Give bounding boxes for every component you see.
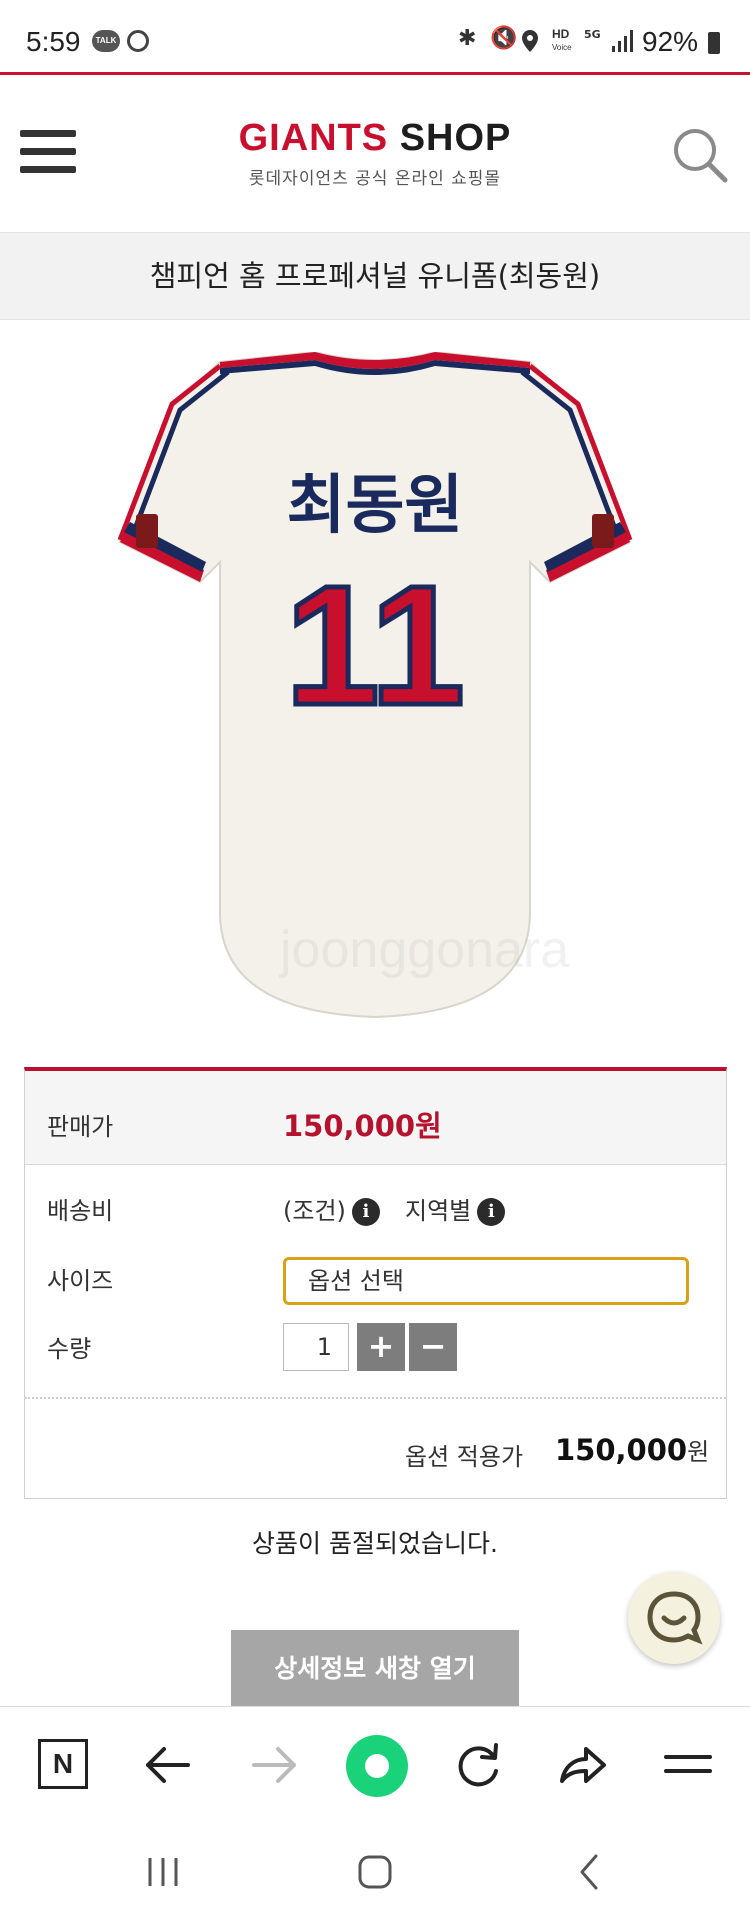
shipping-condition: (조건) i	[283, 1191, 380, 1226]
quantity-input[interactable]: 1	[283, 1323, 349, 1371]
logo-subtitle: 롯데자이언츠 공식 온라인 쇼핑몰	[248, 169, 502, 189]
mute-icon: 🔇	[490, 26, 518, 51]
naver-n-icon[interactable]: N	[38, 1739, 88, 1789]
option-total-unit: 원	[687, 1438, 710, 1466]
option-total-number: 150,000	[555, 1433, 688, 1467]
divider	[25, 1397, 726, 1399]
forward-icon[interactable]	[246, 1737, 302, 1793]
status-bar: 5:59 TALK ✱ 🔇 HD Voice 5G 92%	[0, 0, 750, 72]
shipping-condition-text: (조건)	[283, 1197, 346, 1225]
product-title: 챔피언 홈 프로페셔널 유니폼(최동원)	[149, 259, 601, 293]
shipping-label: 배송비	[47, 1197, 114, 1225]
share-icon[interactable]	[554, 1737, 610, 1793]
home-icon[interactable]	[346, 1735, 408, 1797]
hd-label: HD	[552, 27, 570, 41]
quantity-minus-button[interactable]: −	[409, 1323, 457, 1371]
bluetooth-icon: ✱	[458, 26, 477, 51]
quantity-plus-button[interactable]: +	[357, 1323, 405, 1371]
search-icon[interactable]	[672, 127, 728, 183]
jersey-name-text: 최동원	[287, 469, 464, 543]
shipping-region-text: 지역별	[405, 1197, 472, 1225]
logo-giants: GIANTS	[238, 117, 389, 159]
battery-icon	[708, 32, 720, 54]
shop-header: GIANTS SHOP 롯데자이언츠 공식 온라인 쇼핑몰	[0, 75, 750, 230]
status-time: 5:59	[26, 26, 81, 57]
info-icon[interactable]: i	[477, 1198, 506, 1226]
shipping-region: 지역별 i	[405, 1191, 506, 1226]
product-title-bar: 챔피언 홈 프로페셔널 유니폼(최동원)	[0, 232, 750, 320]
right-sleeve-patch	[592, 514, 614, 548]
logo-shop: SHOP	[399, 117, 512, 159]
info-icon[interactable]: i	[351, 1198, 380, 1226]
system-home-icon[interactable]	[355, 1852, 395, 1892]
system-navigation	[0, 1822, 750, 1922]
option-total-value: 150,000원	[555, 1432, 709, 1467]
watermark: joonggonara	[280, 921, 570, 979]
recents-icon[interactable]	[144, 1852, 184, 1892]
alarm-icon	[127, 30, 149, 52]
network-icon: 5G	[584, 28, 606, 54]
left-sleeve-patch	[136, 514, 158, 548]
hd-voice-icon: HD Voice	[552, 28, 572, 54]
back-icon[interactable]	[140, 1737, 196, 1793]
option-total-label: 옵션 적용가	[405, 1443, 524, 1471]
price-label: 판매가	[47, 1113, 114, 1141]
chat-icon[interactable]	[628, 1572, 720, 1664]
system-back-icon[interactable]	[570, 1852, 610, 1892]
soldout-message: 상품이 품절되었습니다.	[252, 1529, 498, 1558]
network-label: 5G	[584, 28, 601, 41]
size-label: 사이즈	[47, 1267, 114, 1295]
location-icon	[522, 30, 538, 52]
hd-sub: Voice	[552, 43, 572, 52]
quantity-label: 수량	[47, 1335, 92, 1363]
browser-toolbar: N	[0, 1706, 750, 1822]
more-menu-icon[interactable]	[660, 1737, 716, 1793]
size-option-select[interactable]: 옵션 선택	[283, 1257, 689, 1305]
price-row: 판매가 150,000원	[25, 1071, 726, 1165]
price-value: 150,000원	[283, 1109, 442, 1143]
signal-icon	[612, 30, 633, 52]
jersey-number-text: 11	[285, 551, 465, 741]
kakaotalk-icon: TALK	[92, 30, 120, 52]
reload-icon[interactable]	[450, 1737, 506, 1793]
purchase-info-box: 판매가 150,000원 배송비 (조건) i 지역별 i 사이즈 옵션 선택 수량…	[24, 1067, 727, 1499]
battery-percent: 92%	[642, 26, 699, 57]
shop-logo[interactable]: GIANTS SHOP 롯데자이언츠 공식 온라인 쇼핑몰	[0, 117, 750, 189]
open-detail-button[interactable]: 상세정보 새창 열기	[231, 1630, 519, 1708]
